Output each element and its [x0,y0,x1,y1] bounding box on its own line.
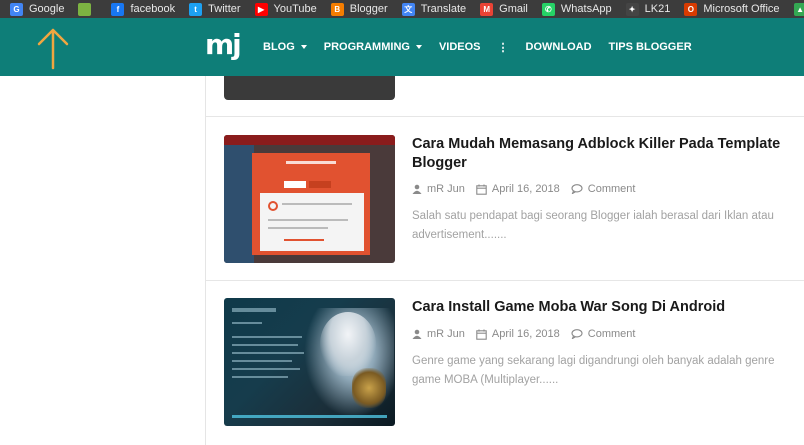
bookmark-gmail[interactable]: M Gmail [480,2,528,16]
bookmark-label: Translate [420,3,467,15]
office-icon: O [684,2,698,16]
calendar-icon [476,184,487,195]
nav-programming-label: PROGRAMMING [323,41,410,53]
bookmark-android[interactable] [78,2,97,16]
post-title[interactable]: Cara Mudah Memasang Adblock Killer Pada … [412,135,797,173]
nav-videos[interactable]: VIDEOS [439,41,481,53]
post-divider [206,280,804,281]
post-card: Cara Mudah Memasang Adblock Killer Pada … [224,135,804,265]
post-divider [206,116,804,117]
post-author[interactable]: mR Jun [412,328,465,340]
post-author[interactable]: mR Jun [412,183,465,195]
whatsapp-icon: ✆ [541,2,555,16]
translate-icon: 文 [401,2,415,16]
post-thumbnail[interactable] [224,298,395,426]
calendar-icon [476,329,487,340]
nav-videos-label: VIDEOS [438,41,481,53]
bookmark-label: YouTube [273,3,317,15]
chevron-down-icon [415,45,422,49]
post-comment-label: Comment [587,183,636,195]
post-date: April 16, 2018 [476,328,560,340]
nav-tips-blogger[interactable]: TIPS BLOGGER [609,41,692,53]
post-meta: mR Jun April 16, 2018 Comment [412,328,646,340]
post-excerpt: Genre game yang sekarang lagi digandrung… [412,355,775,386]
post-author-label: mR Jun [427,328,465,340]
post-author-label: mR Jun [427,183,465,195]
lk21-icon: ✦ [625,2,639,16]
bookmark-label: Twitter [208,3,241,15]
gmail-icon: M [480,2,494,16]
bookmark-lk21[interactable]: ✦ LK21 [625,2,671,16]
post-date-label: April 16, 2018 [491,183,560,195]
main-menu: BLOG PROGRAMMING VIDEOS ⋮ DOWNLOAD TIPS … [263,18,709,76]
content-left-border [205,76,206,445]
bookmark-label: Microsoft Office [703,3,780,15]
scroll-to-top-arrow-icon[interactable] [36,26,70,70]
bookmarks-bar: G Google f facebook t Twitter ▶ YouTube B Blogger… [0,0,804,18]
site-navbar: mj BLOG PROGRAMMING VIDEOS ⋮ DOWNLOAD TI… [0,18,804,76]
post-comment-label: Comment [587,328,636,340]
comment-icon [571,184,583,194]
android-icon [78,2,92,16]
user-icon [412,184,422,194]
bookmark-label: facebook [130,3,176,15]
bookmark-twitter[interactable]: t Twitter [189,2,241,16]
nav-more-icon[interactable]: ⋮ [498,41,509,54]
bookmark-label: Google [29,3,65,15]
post-thumbnail[interactable] [224,135,395,263]
post-comment-link[interactable]: Comment [571,328,636,340]
post-card: Cara Install Game Moba War Song Di Andro… [224,298,804,428]
post-title[interactable]: Cara Install Game Moba War Song Di Andro… [412,298,797,317]
comment-icon [571,329,583,339]
post-meta: mR Jun April 16, 2018 Comment [412,183,646,195]
nav-tips-blogger-label: TIPS BLOGGER [608,41,692,53]
bookmark-label: Gmail [499,3,528,15]
nav-download-label: DOWNLOAD [525,41,592,53]
bookmark-blogger[interactable]: B Blogger [330,2,388,16]
bookmark-label: Blogger [349,3,388,15]
bookmark-translate[interactable]: 文 Translate [401,2,467,16]
bookmark-google-drive[interactable]: ▲Go [793,2,804,16]
google-drive-icon: ▲ [793,2,804,16]
bookmark-whatsapp[interactable]: ✆ WhatsApp [541,2,612,16]
user-icon [412,329,422,339]
post-date: April 16, 2018 [476,183,560,195]
nav-programming[interactable]: PROGRAMMING [324,41,422,53]
bookmark-office[interactable]: O Microsoft Office [684,2,780,16]
previous-post-thumbnail[interactable] [224,76,395,100]
bookmark-facebook[interactable]: f facebook [111,2,176,16]
facebook-icon: f [111,2,125,16]
nav-download[interactable]: DOWNLOAD [526,41,592,53]
google-icon: G [10,2,23,16]
site-logo[interactable]: mj [205,31,242,59]
bookmark-google[interactable]: G Google [10,2,65,16]
chevron-down-icon [300,45,307,49]
nav-blog-label: BLOG [263,41,295,53]
bookmark-label: WhatsApp [560,3,612,15]
bookmark-youtube[interactable]: ▶ YouTube [254,2,317,16]
post-comment-link[interactable]: Comment [571,183,636,195]
twitter-icon: t [189,2,203,16]
bookmark-label: LK21 [644,3,671,15]
blogger-icon: B [330,2,344,16]
post-date-label: April 16, 2018 [491,328,560,340]
post-excerpt: Salah satu pendapat bagi seorang Blogger… [412,210,774,241]
nav-blog[interactable]: BLOG [263,41,307,53]
youtube-icon: ▶ [254,2,268,16]
